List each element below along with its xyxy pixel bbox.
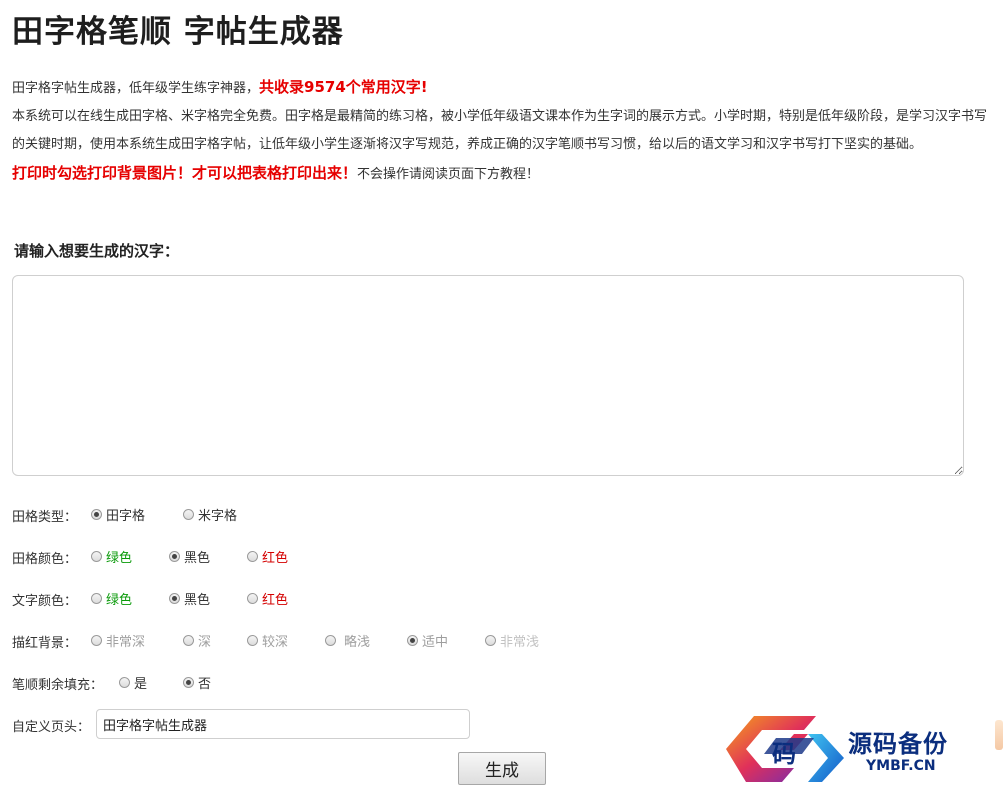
- trace-bg-label: 描红背景：: [12, 636, 78, 651]
- grid-color-label: 田格颜色：: [12, 552, 78, 567]
- radio-icon[interactable]: [169, 592, 180, 604]
- print-warning: 打印时勾选打印背景图片！才可以把表格打印出来！: [12, 164, 358, 182]
- radio-icon[interactable]: [247, 550, 258, 562]
- radio-icon[interactable]: [247, 634, 258, 646]
- grid-type-option-mi[interactable]: 米字格: [183, 503, 237, 525]
- radio-icon[interactable]: [183, 676, 194, 688]
- watermark-name-en: YMBF.CN: [866, 758, 936, 774]
- intro-paragraph: 本系统可以在线生成田字格、米字格完全免费。田字格是最精简的练习格，被小学低年级语…: [12, 109, 988, 152]
- option-label: 米字格: [198, 508, 238, 524]
- chars-textarea[interactable]: [12, 275, 964, 476]
- stroke-fill-option-yes[interactable]: 是: [119, 671, 147, 693]
- custom-header-input[interactable]: [96, 709, 470, 739]
- option-label: 绿色: [106, 550, 133, 566]
- grid-color-option-black[interactable]: 黑色: [169, 545, 210, 567]
- option-label: 非常深: [106, 634, 146, 650]
- radio-icon[interactable]: [169, 550, 180, 562]
- radio-icon[interactable]: [91, 634, 102, 646]
- page-title: 田字格笔顺 字帖生成器: [12, 14, 344, 50]
- generate-button[interactable]: 生成: [458, 752, 546, 785]
- text-color-label: 文字颜色：: [12, 594, 78, 609]
- option-label: 绿色: [106, 592, 133, 608]
- radio-icon[interactable]: [247, 592, 258, 604]
- trace-bg-option-very-deep[interactable]: 非常深: [91, 629, 145, 651]
- grid-color-row: 田格颜色： 绿色 黑色 红色: [12, 545, 312, 567]
- side-decoration: [995, 720, 1003, 750]
- intro-line-1-text: 田字格字帖生成器，低年级学生练字神器，: [12, 81, 260, 96]
- custom-header-label: 自定义页头：: [12, 720, 91, 735]
- intro-section: 田字格字帖生成器，低年级学生练字神器，共收录9574个常用汉字! 本系统可以在线…: [12, 73, 997, 189]
- print-note: 不会操作请阅读页面下方教程！: [357, 167, 540, 182]
- grid-type-option-tian[interactable]: 田字格: [91, 503, 145, 525]
- option-label: 否: [198, 676, 212, 692]
- grid-type-label: 田格类型：: [12, 510, 78, 525]
- trace-bg-option-medium[interactable]: 适中: [407, 629, 448, 651]
- radio-icon[interactable]: [119, 676, 130, 688]
- radio-icon[interactable]: [91, 592, 102, 604]
- grid-color-option-red[interactable]: 红色: [247, 545, 288, 567]
- text-color-option-green[interactable]: 绿色: [91, 587, 132, 609]
- char-count-highlight: 共收录9574个常用汉字!: [259, 78, 428, 96]
- option-label: 田字格: [106, 508, 146, 524]
- stroke-fill-label: 笔顺剩余填充：: [12, 678, 104, 693]
- radio-icon[interactable]: [183, 634, 194, 646]
- option-label: 红色: [262, 592, 289, 608]
- watermark-logo: 码 源码备份 YMBF.CN: [724, 714, 1006, 784]
- option-label: 黑色: [184, 592, 211, 608]
- option-label: 黑色: [184, 550, 211, 566]
- radio-icon[interactable]: [485, 634, 496, 646]
- stroke-fill-option-no[interactable]: 否: [183, 671, 211, 693]
- intro-line-1: 田字格字帖生成器，低年级学生练字神器，共收录9574个常用汉字!: [12, 73, 997, 103]
- radio-icon[interactable]: [407, 634, 418, 646]
- stroke-fill-row: 笔顺剩余填充： 是 否: [12, 671, 312, 693]
- option-label: 较深: [262, 634, 289, 650]
- radio-icon[interactable]: [91, 508, 102, 520]
- radio-icon[interactable]: [91, 550, 102, 562]
- option-label: 是: [134, 676, 148, 692]
- grid-color-option-green[interactable]: 绿色: [91, 545, 132, 567]
- watermark-name-cn: 源码备份: [848, 729, 948, 758]
- grid-type-row: 田格类型： 田字格 米字格: [12, 503, 312, 525]
- trace-bg-option-deep[interactable]: 深: [183, 629, 211, 651]
- trace-bg-row: 描红背景： 非常深 深 较深 略浅 适中 非常浅: [12, 629, 572, 651]
- trace-bg-option-slightly-light[interactable]: 略浅: [325, 629, 370, 651]
- text-color-option-red[interactable]: 红色: [247, 587, 288, 609]
- option-label: 非常浅: [500, 634, 540, 650]
- option-label: 适中: [422, 634, 449, 650]
- text-color-row: 文字颜色： 绿色 黑色 红色: [12, 587, 312, 609]
- print-warning-line: 打印时勾选打印背景图片！才可以把表格打印出来！不会操作请阅读页面下方教程！: [12, 159, 997, 189]
- option-label: 红色: [262, 550, 289, 566]
- trace-bg-option-fairly-deep[interactable]: 较深: [247, 629, 288, 651]
- text-color-option-black[interactable]: 黑色: [169, 587, 210, 609]
- radio-icon[interactable]: [183, 508, 194, 520]
- logo-char: 码: [772, 739, 796, 768]
- option-label: 深: [198, 634, 212, 650]
- chars-input-label: 请输入想要生成的汉字：: [14, 242, 180, 260]
- trace-bg-option-very-light[interactable]: 非常浅: [485, 629, 539, 651]
- radio-icon[interactable]: [325, 634, 336, 646]
- option-label: 略浅: [344, 634, 371, 650]
